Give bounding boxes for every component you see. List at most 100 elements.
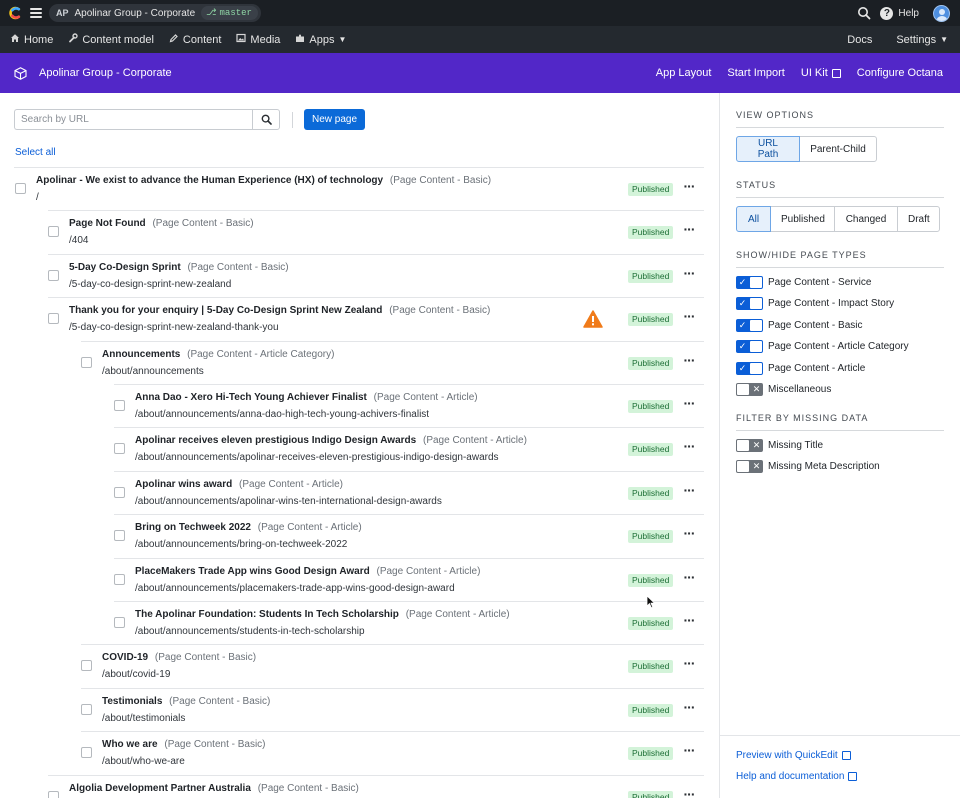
row-checkbox[interactable] bbox=[81, 356, 92, 368]
help-docs-link[interactable]: Help and documentation bbox=[736, 771, 858, 782]
status-changed-button[interactable]: Changed bbox=[834, 206, 898, 232]
page-row[interactable]: COVID-19 (Page Content - Basic) /about/c… bbox=[81, 644, 704, 687]
row-checkbox[interactable] bbox=[81, 703, 92, 715]
more-options-icon[interactable]: ··· bbox=[682, 396, 696, 413]
nav-home[interactable]: Home bbox=[10, 33, 53, 46]
toggle-switch[interactable]: ✓ bbox=[736, 276, 763, 289]
row-checkbox[interactable] bbox=[15, 183, 26, 194]
toggle-row[interactable]: ✕ Missing Title bbox=[736, 439, 823, 452]
page-row[interactable]: Page Not Found (Page Content - Basic) /4… bbox=[48, 210, 704, 253]
more-options-icon[interactable]: ··· bbox=[682, 439, 696, 456]
contentful-logo-icon[interactable] bbox=[9, 6, 23, 20]
row-checkbox[interactable] bbox=[114, 400, 125, 411]
nav-content-model[interactable]: Content model bbox=[68, 33, 154, 46]
more-options-icon[interactable]: ··· bbox=[682, 266, 696, 283]
row-checkbox[interactable] bbox=[114, 530, 125, 542]
row-checkbox[interactable] bbox=[48, 313, 59, 325]
page-title[interactable]: Anna Dao - Xero Hi-Tech Young Achiever F… bbox=[135, 392, 367, 403]
page-row[interactable]: Algolia Development Partner Australia (P… bbox=[48, 774, 704, 798]
row-checkbox[interactable] bbox=[48, 269, 59, 281]
search-icon[interactable] bbox=[857, 6, 871, 20]
status-published-button[interactable]: Published bbox=[770, 206, 835, 232]
hamburger-icon[interactable] bbox=[30, 8, 42, 18]
page-row[interactable]: Apolinar wins award (Page Content - Arti… bbox=[114, 470, 704, 514]
more-options-icon[interactable]: ··· bbox=[682, 222, 696, 239]
more-options-icon[interactable]: ··· bbox=[682, 179, 696, 196]
status-draft-button[interactable]: Draft bbox=[897, 206, 940, 232]
row-checkbox[interactable] bbox=[48, 790, 59, 798]
page-row[interactable]: The Apolinar Foundation: Students In Tec… bbox=[114, 601, 704, 644]
row-checkbox[interactable] bbox=[114, 443, 125, 455]
nav-docs[interactable]: Docs bbox=[847, 34, 872, 46]
page-title[interactable]: COVID-19 bbox=[102, 652, 148, 663]
toggle-switch[interactable]: ✕ bbox=[736, 460, 763, 474]
more-options-icon[interactable]: ··· bbox=[682, 656, 696, 673]
page-row[interactable]: Announcements (Page Content - Article Ca… bbox=[81, 340, 704, 384]
status-all-button[interactable]: All bbox=[736, 206, 771, 232]
page-row[interactable]: Who we are (Page Content - Basic) /about… bbox=[81, 731, 704, 774]
nav-content[interactable]: Content bbox=[169, 33, 221, 46]
page-row[interactable]: PlaceMakers Trade App wins Good Design A… bbox=[114, 557, 704, 601]
toggle-switch[interactable]: ✓ bbox=[736, 340, 763, 354]
search-input[interactable] bbox=[14, 109, 252, 130]
page-row[interactable]: Testimonials (Page Content - Basic) /abo… bbox=[81, 687, 704, 731]
user-avatar[interactable] bbox=[933, 4, 950, 22]
page-title[interactable]: Page Not Found bbox=[69, 218, 146, 229]
page-title[interactable]: Testimonials bbox=[102, 696, 162, 707]
toggle-row[interactable]: ✓ Page Content - Basic bbox=[736, 318, 863, 332]
page-row[interactable]: Bring on Techweek 2022 (Page Content - A… bbox=[114, 514, 704, 557]
more-options-icon[interactable]: ··· bbox=[682, 309, 696, 326]
select-all-link[interactable]: Select all bbox=[15, 147, 56, 158]
nav-apps[interactable]: Apps ▼ bbox=[295, 33, 346, 46]
toggle-row[interactable]: ✕ Miscellaneous bbox=[736, 383, 831, 396]
page-title[interactable]: Bring on Techweek 2022 bbox=[135, 522, 251, 533]
row-checkbox[interactable] bbox=[114, 486, 125, 498]
page-title[interactable]: Algolia Development Partner Australia bbox=[69, 783, 251, 794]
toggle-switch[interactable]: ✓ bbox=[736, 297, 763, 311]
more-options-icon[interactable]: ··· bbox=[682, 353, 696, 370]
url-path-button[interactable]: URL Path bbox=[736, 136, 800, 162]
app-layout-link[interactable]: App Layout bbox=[656, 67, 712, 79]
more-options-icon[interactable]: ··· bbox=[682, 787, 696, 798]
ui-kit-link[interactable]: UI Kit bbox=[801, 67, 841, 79]
page-row[interactable]: Thank you for your enquiry | 5-Day Co-De… bbox=[48, 297, 704, 340]
page-title[interactable]: Announcements bbox=[102, 349, 180, 360]
toggle-switch[interactable]: ✕ bbox=[736, 439, 763, 452]
page-row[interactable]: Apolinar receives eleven prestigious Ind… bbox=[114, 427, 704, 470]
toggle-row[interactable]: ✓ Page Content - Service bbox=[736, 276, 871, 289]
page-row[interactable]: 5-Day Co-Design Sprint (Page Content - B… bbox=[48, 253, 704, 297]
row-checkbox[interactable] bbox=[114, 573, 125, 585]
nav-media[interactable]: Media bbox=[236, 33, 280, 46]
preview-quickedit-link[interactable]: Preview with QuickEdit bbox=[736, 750, 851, 761]
page-title[interactable]: PlaceMakers Trade App wins Good Design A… bbox=[135, 566, 370, 577]
new-page-button[interactable]: New page bbox=[304, 109, 366, 130]
more-options-icon[interactable]: ··· bbox=[682, 483, 696, 500]
more-options-icon[interactable]: ··· bbox=[682, 743, 696, 760]
page-row[interactable]: Apolinar - We exist to advance the Human… bbox=[14, 167, 704, 210]
page-row[interactable]: Anna Dao - Xero Hi-Tech Young Achiever F… bbox=[114, 384, 704, 427]
page-title[interactable]: Apolinar wins award bbox=[135, 479, 232, 490]
more-options-icon[interactable]: ··· bbox=[682, 570, 696, 587]
warning-icon[interactable] bbox=[583, 310, 603, 328]
row-checkbox[interactable] bbox=[114, 617, 125, 628]
toggle-switch[interactable]: ✓ bbox=[736, 318, 763, 332]
toggle-row[interactable]: ✓ Page Content - Article Category bbox=[736, 340, 909, 354]
page-title[interactable]: Apolinar receives eleven prestigious Ind… bbox=[135, 435, 416, 446]
toggle-row[interactable]: ✕ Missing Meta Description bbox=[736, 460, 880, 474]
page-title[interactable]: 5-Day Co-Design Sprint bbox=[69, 262, 181, 273]
nav-settings[interactable]: Settings ▼ bbox=[896, 34, 948, 46]
start-import-link[interactable]: Start Import bbox=[727, 67, 784, 79]
configure-link[interactable]: Configure Octana bbox=[857, 67, 943, 79]
toggle-switch[interactable]: ✕ bbox=[736, 383, 763, 396]
row-checkbox[interactable] bbox=[81, 660, 92, 672]
help-link[interactable]: Help bbox=[898, 8, 919, 19]
parent-child-button[interactable]: Parent-Child bbox=[799, 136, 877, 162]
page-title[interactable]: Who we are bbox=[102, 739, 158, 750]
more-options-icon[interactable]: ··· bbox=[682, 526, 696, 543]
row-checkbox[interactable] bbox=[48, 226, 59, 238]
project-switcher[interactable]: AP Apolinar Group - Corporate ⎇ master bbox=[49, 4, 261, 22]
search-button[interactable] bbox=[252, 109, 280, 130]
more-options-icon[interactable]: ··· bbox=[682, 700, 696, 717]
toggle-row[interactable]: ✓ Page Content - Article bbox=[736, 361, 865, 375]
page-title[interactable]: The Apolinar Foundation: Students In Tec… bbox=[135, 609, 399, 620]
